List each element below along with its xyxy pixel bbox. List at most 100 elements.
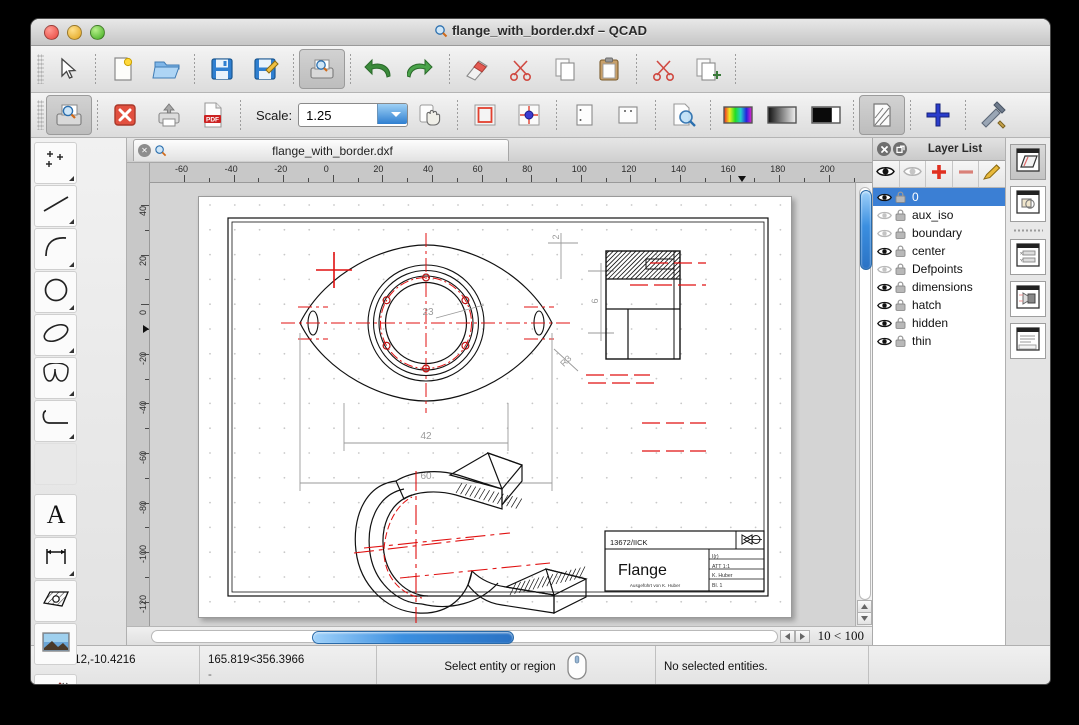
open-file-button[interactable] [145, 50, 189, 88]
tool-circle-button[interactable] [34, 271, 77, 313]
hscroll-left-button[interactable] [780, 630, 795, 643]
remove-layer-button[interactable] [953, 161, 980, 187]
blackwhite-mode-button[interactable] [804, 96, 848, 134]
horizontal-ruler[interactable]: -60-40-20020406080100120140160180200 [150, 163, 872, 183]
new-file-button[interactable] [101, 50, 145, 88]
tool-image-button[interactable] [34, 623, 77, 665]
pan-tool-button[interactable] [408, 96, 452, 134]
print-preview-button[interactable] [299, 49, 345, 89]
save-as-button[interactable] [244, 50, 288, 88]
eye-open-icon[interactable] [876, 316, 892, 330]
layer-row[interactable]: Defpoints [873, 260, 1005, 278]
hscroll-thumb[interactable] [312, 631, 514, 644]
paste-plus-button[interactable] [686, 50, 730, 88]
layer-row[interactable]: thin [873, 332, 1005, 350]
print-preview-toggle-button[interactable] [46, 95, 92, 135]
export-pdf-button[interactable]: PDF [191, 96, 235, 134]
tool-polyline-button[interactable] [34, 400, 77, 442]
lock-icon[interactable] [892, 298, 908, 312]
panel-float-button[interactable] [893, 142, 907, 156]
tool-line-button[interactable] [34, 185, 77, 227]
add-layer-button[interactable] [926, 161, 953, 187]
dock-layer-list-button[interactable] [1010, 144, 1046, 180]
cut-red-button[interactable] [642, 50, 686, 88]
eye-closed-icon[interactable] [876, 226, 892, 240]
layer-row[interactable]: hidden [873, 314, 1005, 332]
grayscale-mode-button[interactable] [760, 96, 804, 134]
vertical-ruler[interactable]: 40200-20-40-60-80-100-120 [127, 183, 150, 626]
dock-command-line-button[interactable] [1010, 323, 1046, 359]
hscroll-right-button[interactable] [795, 630, 810, 643]
document-tab[interactable]: flange_with_border.dxf [133, 139, 509, 161]
paste-button[interactable] [587, 50, 631, 88]
cut-button[interactable] [499, 50, 543, 88]
tool-ellipse-button[interactable] [34, 314, 77, 356]
eye-open-icon[interactable] [876, 190, 892, 204]
vscroll-track[interactable] [859, 187, 871, 600]
undo-button[interactable] [356, 50, 400, 88]
color-mode-button[interactable] [716, 96, 760, 134]
eye-closed-icon[interactable] [876, 262, 892, 276]
print-button[interactable] [147, 96, 191, 134]
toolbar-grip[interactable] [37, 100, 44, 130]
tool-modify-button[interactable] [34, 674, 77, 685]
page-tiled-button[interactable] [606, 96, 650, 134]
layer-row[interactable]: hatch [873, 296, 1005, 314]
lock-icon[interactable] [892, 262, 908, 276]
tool-text-button[interactable]: A [34, 494, 77, 536]
dock-view-list-button[interactable] [1010, 281, 1046, 317]
copy-button[interactable] [543, 50, 587, 88]
redo-button[interactable] [400, 50, 444, 88]
show-all-layers-button[interactable] [873, 161, 900, 187]
vertical-scrollbar[interactable] [855, 183, 872, 626]
eye-open-icon[interactable] [876, 280, 892, 294]
tool-dimension-button[interactable] [34, 537, 77, 579]
hide-all-layers-button[interactable] [900, 161, 927, 187]
lock-icon[interactable] [892, 244, 908, 258]
tool-point-button[interactable] [34, 142, 77, 184]
layer-row[interactable]: aux_iso [873, 206, 1005, 224]
lock-icon[interactable] [892, 280, 908, 294]
zoom-page-button[interactable] [661, 96, 705, 134]
tool-hatch-button[interactable] [34, 580, 77, 622]
select-tool-button[interactable] [46, 50, 90, 88]
page-outline-button[interactable] [859, 95, 905, 135]
dock-block-list-button[interactable] [1010, 186, 1046, 222]
eye-open-icon[interactable] [876, 298, 892, 312]
panel-close-button[interactable] [877, 142, 891, 156]
hscroll-track[interactable] [151, 630, 778, 643]
page-single-button[interactable] [562, 96, 606, 134]
close-icon[interactable] [138, 144, 151, 157]
drawing-origin-button[interactable] [507, 96, 551, 134]
insert-crosshair-button[interactable] [916, 96, 960, 134]
toolbar-grip[interactable] [37, 54, 44, 84]
chevron-down-icon[interactable] [377, 104, 407, 124]
layer-row[interactable]: center [873, 242, 1005, 260]
paper-border-button[interactable] [463, 96, 507, 134]
close-preview-button[interactable] [103, 96, 147, 134]
ruler-tick [308, 178, 309, 182]
eye-open-icon[interactable] [876, 334, 892, 348]
lock-icon[interactable] [892, 334, 908, 348]
layer-list[interactable]: 0aux_isoboundarycenterDefpointsdimension… [873, 188, 1005, 645]
preferences-button[interactable] [971, 96, 1015, 134]
scale-combo[interactable]: 1.25 [298, 103, 408, 127]
erase-button[interactable] [455, 50, 499, 88]
dock-property-editor-button[interactable]: XY [1010, 239, 1046, 275]
lock-icon[interactable] [892, 208, 908, 222]
layer-row[interactable]: boundary [873, 224, 1005, 242]
lock-icon[interactable] [892, 316, 908, 330]
tool-spline-button[interactable] [34, 357, 77, 399]
save-file-button[interactable] [200, 50, 244, 88]
lock-icon[interactable] [892, 190, 908, 204]
lock-icon[interactable] [892, 226, 908, 240]
vscroll-down-button[interactable] [857, 612, 872, 625]
layer-row[interactable]: dimensions [873, 278, 1005, 296]
layer-row[interactable]: 0 [873, 188, 1005, 206]
edit-layer-button[interactable] [979, 161, 1005, 187]
eye-closed-icon[interactable] [876, 208, 892, 222]
vscroll-thumb[interactable] [860, 190, 872, 270]
drawing-canvas[interactable]: 42602326R313672/IICKFlangeI(r)ATT 1:1K. … [150, 183, 855, 626]
eye-open-icon[interactable] [876, 244, 892, 258]
tool-arc-button[interactable] [34, 228, 77, 270]
